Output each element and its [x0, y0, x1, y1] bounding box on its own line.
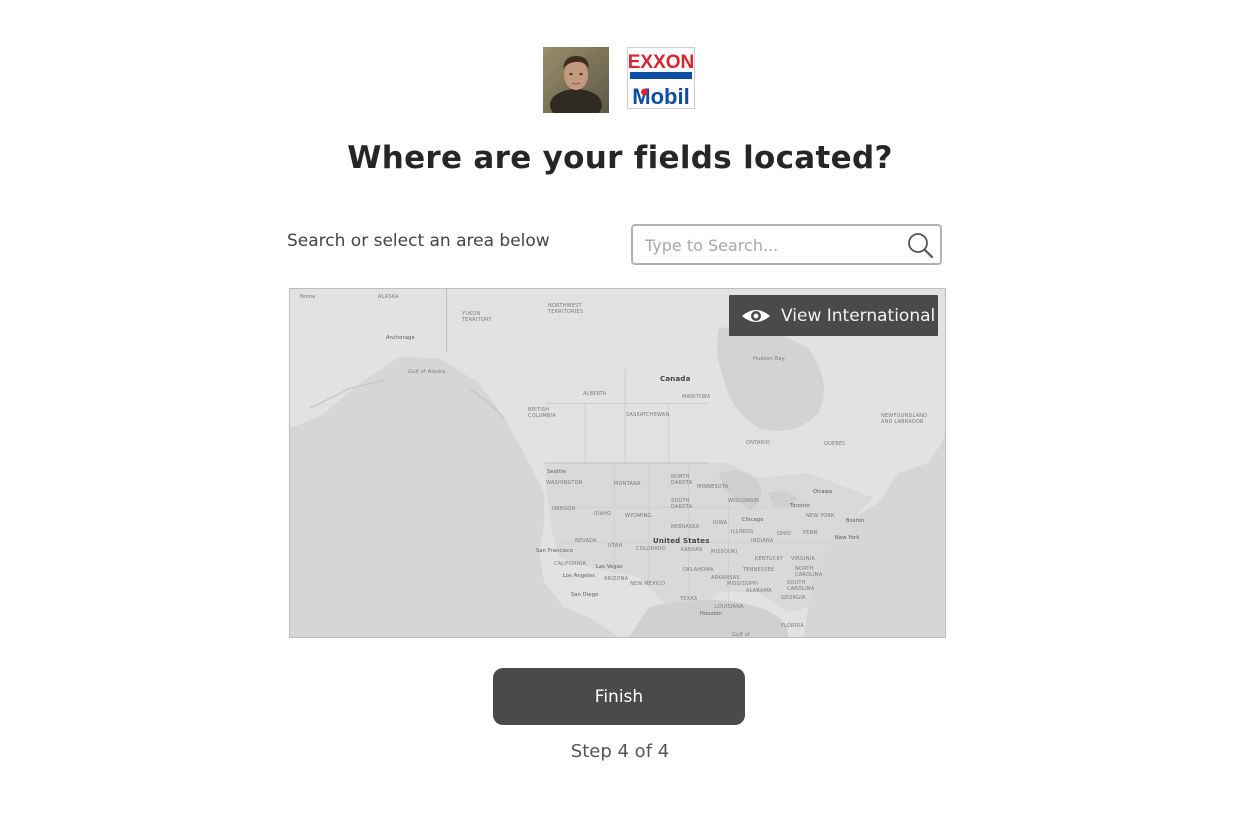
- map-label: Canada: [660, 375, 691, 383]
- map-label: Los Angeles: [563, 573, 596, 579]
- map-background[interactable]: [290, 289, 945, 637]
- map-label: WISCONSIN: [728, 498, 759, 504]
- search-icon[interactable]: [906, 231, 934, 259]
- map-label: Toronto: [790, 503, 810, 509]
- map-label: OKLAHOMA: [683, 567, 714, 573]
- map-label: GEORGIA: [781, 595, 806, 601]
- map-label: Gulf of: [732, 632, 751, 638]
- map-label: New York: [835, 535, 860, 541]
- map-label: ILLINOIS: [731, 529, 754, 535]
- map-label: IOWA: [713, 520, 728, 526]
- map-label: PENN: [803, 530, 818, 536]
- map-label: NEW MEXICO: [630, 581, 666, 587]
- map-label: SASKATCHEWAN: [626, 412, 670, 418]
- map-label: MINNESOTA: [697, 484, 729, 490]
- map-label: OHIO: [777, 531, 791, 537]
- map-label: ALABAMA: [746, 588, 772, 594]
- map-label: MISSOURI: [711, 549, 738, 555]
- map-label: TEXAS: [680, 596, 698, 602]
- map-label: NEVADA: [575, 538, 597, 544]
- map-label: Anchorage: [386, 335, 415, 341]
- map-label: Chicago: [742, 517, 764, 523]
- search-input[interactable]: [643, 226, 902, 265]
- map-label: SOUTH DAKOTA: [671, 498, 693, 510]
- map-label: Hudson Bay: [753, 356, 785, 362]
- page-title: Where are your fields located?: [347, 140, 893, 176]
- view-international-label: View International: [781, 305, 936, 326]
- map-label: KENTUCKY: [755, 556, 784, 562]
- map-label: NORTHWEST TERRITORIES: [548, 303, 584, 315]
- map-label: OREGON: [552, 506, 576, 512]
- map-label: United States: [653, 537, 710, 545]
- brand-line2: Mobil: [632, 84, 689, 109]
- map-label: ARIZONA: [604, 576, 629, 582]
- user-avatar: [543, 47, 609, 113]
- exxonmobil-logo: EXXON Mobil: [627, 47, 695, 109]
- map-label: Boston: [846, 518, 865, 524]
- map-label: ONTARIO: [746, 440, 771, 446]
- map-label: VIRGINIA: [791, 556, 815, 562]
- search-box[interactable]: [631, 224, 942, 265]
- map-label: NEWFOUNDLAND AND LABRADOR: [881, 413, 928, 425]
- finish-button[interactable]: Finish: [493, 668, 745, 725]
- search-label: Search or select an area below: [287, 231, 550, 251]
- map-label: San Francisco: [536, 548, 573, 554]
- map-label: WASHINGTON: [546, 480, 583, 486]
- map-label: WYOMING: [625, 513, 652, 519]
- map-label: Ottawa: [813, 489, 833, 495]
- map-label: QUEBEC: [824, 441, 847, 447]
- map-label: COLORADO: [636, 546, 667, 552]
- map-label: MONTANA: [614, 481, 641, 487]
- region-map[interactable]: Nome ALASKA Anchorage Gulf of Alaska YUK…: [289, 288, 946, 638]
- map-label: ALASKA: [378, 294, 399, 300]
- map-label: BRITISH COLUMBIA: [528, 407, 556, 419]
- map-label: Gulf of Alaska: [408, 369, 446, 375]
- map-label: San Diego: [571, 592, 599, 598]
- map-label: TENNESSEE: [743, 567, 775, 573]
- map-label: IDAHO: [594, 511, 612, 517]
- map-label: NORTH DAKOTA: [671, 474, 693, 486]
- map-label: NEBRASKA: [671, 524, 700, 530]
- map-label: MANITOBA: [682, 394, 711, 400]
- map-label: Nome: [300, 294, 316, 300]
- view-international-button[interactable]: View International: [729, 295, 938, 336]
- map-label: NEW YORK: [806, 513, 835, 519]
- header-logos: EXXON Mobil: [543, 47, 695, 113]
- map-label: UTAH: [608, 543, 623, 549]
- map-label: YUKON TERRITORY: [462, 311, 492, 323]
- eye-icon: [742, 309, 770, 322]
- step-indicator: Step 4 of 4: [570, 741, 670, 762]
- map-label: KANSAS: [681, 547, 703, 553]
- map-label: MISSISSIPPI: [727, 581, 759, 587]
- map-label: Seattle: [547, 469, 567, 475]
- map-label: Houston: [700, 611, 723, 617]
- map-label: FLORIDA: [781, 623, 804, 629]
- map-label: ALBERTA: [583, 391, 607, 397]
- map-label: CALIFORNIA: [554, 561, 587, 567]
- brand-line1: EXXON: [628, 52, 695, 73]
- map-label: Las Vegas: [596, 564, 623, 570]
- map-label: NORTH CAROLINA: [795, 566, 823, 578]
- map-label: LOUISIANA: [715, 604, 744, 610]
- map-label: INDIANA: [751, 538, 774, 544]
- map-label: SOUTH CAROLINA: [787, 580, 815, 592]
